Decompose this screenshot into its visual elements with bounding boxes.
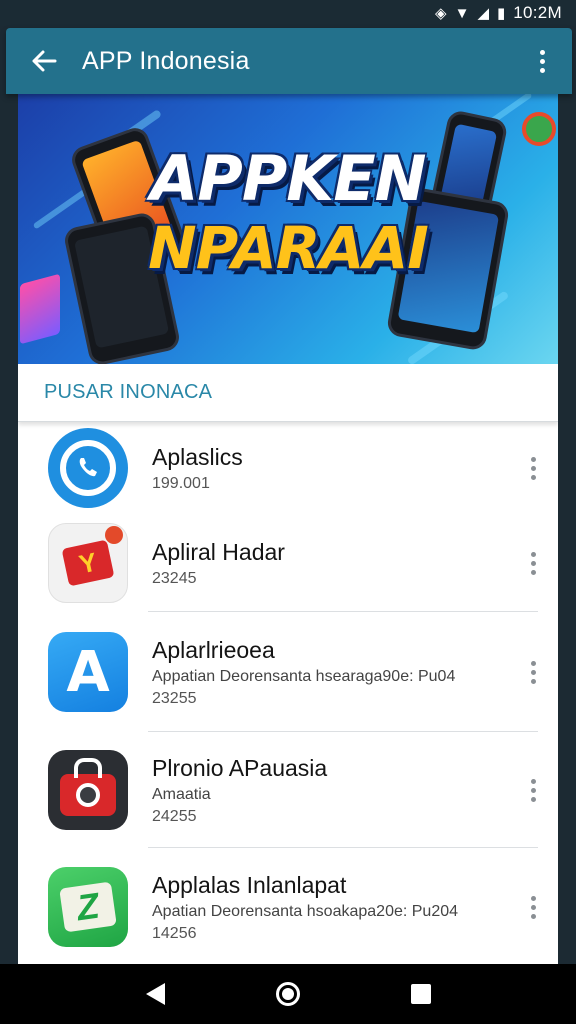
list-item[interactable]: Aplaslics 199.001 [18, 422, 558, 514]
more-vert-icon [530, 660, 536, 684]
app-name: Plronio APauasia [152, 754, 328, 781]
letter-z-icon: Z [48, 867, 128, 947]
item-menu-button[interactable] [508, 456, 558, 480]
app-name: Applalas Inlanlapat [152, 871, 347, 898]
wifi-icon: ▼ [454, 4, 470, 22]
status-time: 10:2M [513, 3, 562, 22]
item-menu-button[interactable] [508, 778, 558, 802]
list-item[interactable]: A Aplarlrieoea Appatian Deorensanta hsea… [18, 612, 558, 732]
overflow-menu-button[interactable] [512, 28, 572, 94]
cube-icon [20, 273, 60, 345]
app-description: Appatian Deorensanta hsearaga90e: Pu04 [152, 667, 456, 685]
recents-square-icon[interactable] [410, 984, 431, 1004]
signal-icon: ◈ [435, 4, 447, 22]
more-vert-icon [530, 778, 536, 802]
camera-bag-icon [48, 750, 128, 830]
back-triangle-icon[interactable] [145, 983, 165, 1005]
list-item[interactable]: Z Applalas Inlanlapat Apatian Deorensant… [18, 848, 558, 964]
arrow-left-icon [32, 50, 57, 72]
app-count: 14256 [152, 924, 197, 942]
battery-icon: ▮ [496, 4, 506, 22]
app-count: 24255 [152, 807, 197, 825]
page-title: APP Indonesia [82, 46, 250, 75]
app-bar: APP Indonesia [6, 28, 572, 94]
list-item[interactable]: Plronio APauasia Amaatia 24255 [18, 732, 558, 848]
content-card: APPKEN NPARAAI PUSAR INONACA Aplaslics 1… [18, 94, 558, 964]
back-button[interactable] [6, 28, 82, 94]
status-bar: ◈ ▼ ◢ ▮ 10:2M [0, 0, 576, 26]
banner-subheadline: NPARAAI [148, 214, 429, 282]
home-circle-icon[interactable] [275, 982, 300, 1006]
map-pin-icon [522, 112, 556, 146]
app-name: Aplaslics [152, 443, 243, 470]
app-description: Apatian Deorensanta hsoakapa20e: Pu204 [152, 902, 459, 920]
letter-a-icon: A [48, 632, 128, 712]
item-menu-button[interactable] [508, 895, 558, 919]
phone-icon [48, 428, 128, 508]
app-count: 199.001 [152, 474, 210, 492]
app-count: 23245 [152, 569, 197, 587]
app-name: Aplarlrieoea [152, 636, 275, 663]
system-nav-bar [0, 964, 576, 1024]
more-vert-icon [530, 551, 536, 575]
item-menu-button[interactable] [508, 660, 558, 684]
app-count: 23255 [152, 689, 197, 707]
more-vert-icon [530, 456, 536, 480]
promo-banner[interactable]: APPKEN NPARAAI [18, 94, 558, 364]
app-name: Apliral Hadar [152, 538, 285, 565]
wallet-icon: Y [48, 523, 128, 603]
more-vert-icon [539, 49, 545, 73]
banner-headline: APPKEN [150, 142, 426, 215]
item-menu-button[interactable] [508, 551, 558, 575]
more-vert-icon [530, 895, 536, 919]
section-title: PUSAR INONACA [18, 364, 558, 422]
cell-icon: ◢ [477, 4, 489, 22]
app-list: Aplaslics 199.001 Y Apliral Hadar 23245 … [18, 422, 558, 964]
list-item[interactable]: Y Apliral Hadar 23245 [18, 514, 558, 612]
app-description: Amaatia [152, 785, 211, 803]
